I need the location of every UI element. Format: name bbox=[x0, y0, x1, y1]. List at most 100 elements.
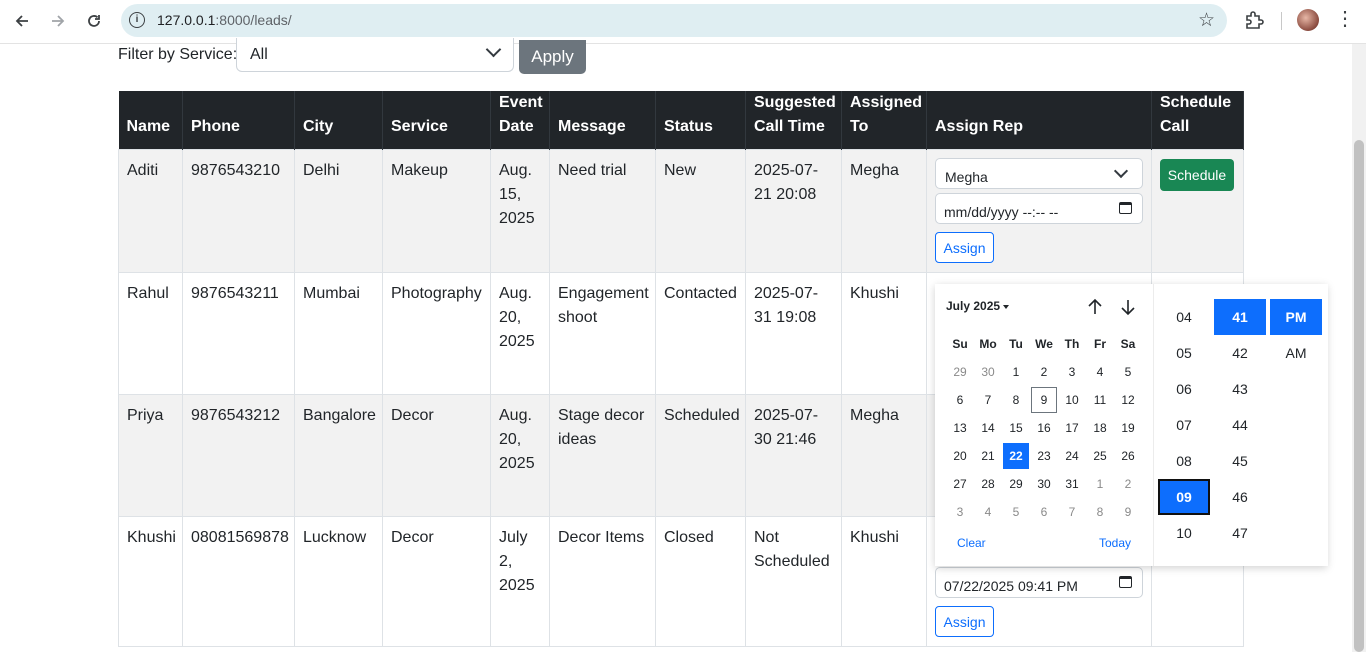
calendar-icon[interactable] bbox=[1119, 202, 1132, 214]
hour-option[interactable]: 07 bbox=[1158, 407, 1210, 443]
cell-service: Makeup bbox=[382, 149, 491, 273]
cell-phone: 9876543210 bbox=[182, 149, 295, 273]
meridiem-column: PM AM bbox=[1270, 299, 1322, 371]
calendar-day[interactable]: 23 bbox=[1030, 442, 1058, 470]
calendar-grid: Su Mo Tu We Th Fr Sa 29 30 1 2 3 4 5 6 7 8 9 10 11 12 13 14 15 1… bbox=[946, 330, 1142, 526]
minute-option[interactable]: 45 bbox=[1214, 443, 1266, 479]
assign-button[interactable]: Assign bbox=[935, 606, 994, 637]
datetime-input[interactable]: 07/22/2025 09:41 PM bbox=[935, 567, 1143, 598]
calendar-day[interactable]: 16 bbox=[1030, 414, 1058, 442]
calendar-day[interactable]: 5 bbox=[1114, 358, 1142, 386]
rep-select[interactable]: Megha bbox=[935, 158, 1143, 189]
col-header: Event Date bbox=[490, 91, 550, 150]
minute-option[interactable]: 47 bbox=[1214, 515, 1266, 551]
calendar-day[interactable]: 1 bbox=[1002, 358, 1030, 386]
cell-event-date: Aug. 20, 2025 bbox=[490, 272, 550, 395]
bookmark-star-icon[interactable]: ☆ bbox=[1198, 9, 1215, 32]
calendar-day[interactable]: 11 bbox=[1086, 386, 1114, 414]
clear-link[interactable]: Clear bbox=[957, 536, 986, 550]
minute-option-selected[interactable]: 41 bbox=[1214, 299, 1266, 335]
service-filter-select[interactable]: All bbox=[236, 38, 514, 72]
weekday-header: Fr bbox=[1094, 337, 1106, 351]
hour-option[interactable]: 06 bbox=[1158, 371, 1210, 407]
calendar-day-today[interactable]: 9 bbox=[1031, 387, 1057, 413]
calendar-day[interactable]: 19 bbox=[1114, 414, 1142, 442]
address-bar[interactable]: i 127.0.0.1:8000/leads/ ☆ bbox=[121, 4, 1227, 37]
schedule-button[interactable]: Schedule bbox=[1160, 159, 1234, 191]
calendar-day[interactable]: 4 bbox=[974, 498, 1002, 526]
calendar-day[interactable]: 24 bbox=[1058, 442, 1086, 470]
calendar-day[interactable]: 17 bbox=[1058, 414, 1086, 442]
cell-assigned-to: Megha bbox=[841, 149, 927, 273]
hour-option[interactable]: 10 bbox=[1158, 515, 1210, 551]
previous-month-arrow-icon[interactable] bbox=[1087, 298, 1103, 318]
calendar-day[interactable]: 30 bbox=[974, 358, 1002, 386]
calendar-day[interactable]: 9 bbox=[1114, 498, 1142, 526]
calendar-day[interactable]: 14 bbox=[974, 414, 1002, 442]
scrollbar-thumb[interactable] bbox=[1354, 140, 1364, 652]
meridiem-option-selected[interactable]: PM bbox=[1270, 299, 1322, 335]
calendar-day[interactable]: 26 bbox=[1114, 442, 1142, 470]
cell-assigned-to: Khushi bbox=[841, 516, 927, 647]
meridiem-option[interactable]: AM bbox=[1270, 335, 1322, 371]
calendar-day[interactable]: 6 bbox=[946, 386, 974, 414]
next-month-arrow-icon[interactable] bbox=[1120, 298, 1136, 318]
calendar-day[interactable]: 28 bbox=[974, 470, 1002, 498]
calendar-day[interactable]: 29 bbox=[1002, 470, 1030, 498]
calendar-day[interactable]: 20 bbox=[946, 442, 974, 470]
calendar-day[interactable]: 29 bbox=[946, 358, 974, 386]
calendar-day[interactable]: 8 bbox=[1086, 498, 1114, 526]
calendar-day[interactable]: 4 bbox=[1086, 358, 1114, 386]
calendar-day[interactable]: 7 bbox=[974, 386, 1002, 414]
back-arrow-icon[interactable] bbox=[8, 7, 36, 35]
calendar-day[interactable]: 2 bbox=[1114, 470, 1142, 498]
site-info-icon[interactable]: i bbox=[129, 12, 145, 28]
calendar-day[interactable]: 2 bbox=[1030, 358, 1058, 386]
calendar-day[interactable]: 12 bbox=[1114, 386, 1142, 414]
calendar-day-selected[interactable]: 22 bbox=[1003, 443, 1029, 469]
calendar-day[interactable]: 8 bbox=[1002, 386, 1030, 414]
minute-option[interactable]: 42 bbox=[1214, 335, 1266, 371]
calendar-day[interactable]: 10 bbox=[1058, 386, 1086, 414]
weekday-header: Su bbox=[952, 337, 968, 351]
url-text[interactable]: 127.0.0.1:8000/leads/ bbox=[157, 12, 292, 28]
calendar-day[interactable]: 15 bbox=[1002, 414, 1030, 442]
hour-option[interactable]: 05 bbox=[1158, 335, 1210, 371]
minute-option[interactable]: 44 bbox=[1214, 407, 1266, 443]
calendar-day[interactable]: 7 bbox=[1058, 498, 1086, 526]
cell-event-date: July 2, 2025 bbox=[490, 516, 550, 647]
forward-arrow-icon[interactable] bbox=[44, 7, 72, 35]
calendar-day[interactable]: 13 bbox=[946, 414, 974, 442]
assign-button[interactable]: Assign bbox=[935, 232, 994, 263]
calendar-day[interactable]: 21 bbox=[974, 442, 1002, 470]
cell-suggested-time: 2025-07-30 21:46 bbox=[745, 394, 842, 517]
calendar-day[interactable]: 18 bbox=[1086, 414, 1114, 442]
calendar-day[interactable]: 27 bbox=[946, 470, 974, 498]
hour-option[interactable]: 04 bbox=[1158, 299, 1210, 335]
minute-option[interactable]: 46 bbox=[1214, 479, 1266, 515]
more-menu-icon[interactable]: ⋮ bbox=[1335, 8, 1355, 30]
calendar-day[interactable]: 31 bbox=[1058, 470, 1086, 498]
minute-option[interactable]: 43 bbox=[1214, 371, 1266, 407]
month-selector[interactable]: July 2025 bbox=[946, 299, 1010, 313]
col-header: Status bbox=[655, 91, 746, 150]
calendar-day[interactable]: 3 bbox=[946, 498, 974, 526]
datetime-input[interactable]: mm/dd/yyyy --:-- -- bbox=[935, 193, 1143, 224]
calendar-day[interactable]: 3 bbox=[1058, 358, 1086, 386]
today-link[interactable]: Today bbox=[1099, 536, 1131, 550]
hour-option-selected[interactable]: 09 bbox=[1158, 479, 1210, 515]
calendar-day[interactable]: 6 bbox=[1030, 498, 1058, 526]
hour-option[interactable]: 08 bbox=[1158, 443, 1210, 479]
cell-service: Decor bbox=[382, 394, 491, 517]
calendar-icon[interactable] bbox=[1119, 576, 1132, 588]
calendar-day[interactable]: 5 bbox=[1002, 498, 1030, 526]
page-scrollbar[interactable] bbox=[1352, 44, 1366, 652]
calendar-day[interactable]: 30 bbox=[1030, 470, 1058, 498]
extensions-puzzle-icon[interactable] bbox=[1243, 9, 1265, 31]
apply-button[interactable]: Apply bbox=[519, 40, 586, 74]
reload-icon[interactable] bbox=[80, 7, 108, 35]
cell-status: Closed bbox=[655, 516, 746, 647]
calendar-day[interactable]: 1 bbox=[1086, 470, 1114, 498]
profile-avatar[interactable] bbox=[1297, 9, 1319, 31]
calendar-day[interactable]: 25 bbox=[1086, 442, 1114, 470]
